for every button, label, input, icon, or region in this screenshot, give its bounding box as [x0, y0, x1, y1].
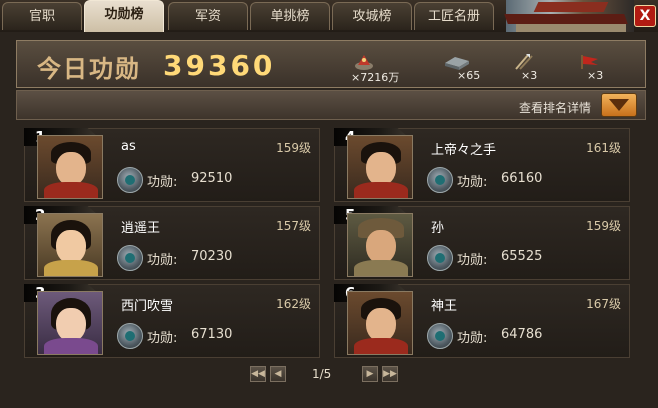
prev-page-button[interactable]: ◀ [270, 366, 286, 382]
ranking-card-5[interactable]: 5 孙 159级 功勋: 65525 [334, 206, 630, 280]
player-level: 159级 [586, 219, 621, 233]
player-level: 161级 [586, 141, 621, 155]
player-level: 157级 [276, 219, 311, 233]
tab-bar: 官职 功勋榜 军资 单挑榜 攻城榜 工匠名册 X [0, 0, 658, 33]
ranking-card-2[interactable]: 2 逍遥王 157级 功勋: 70230 [24, 206, 320, 280]
merit-value: 64786 [501, 327, 543, 342]
ranking-card-3[interactable]: 3 西门吹雪 162级 功勋: 67130 [24, 284, 320, 358]
palace-roof-decoration [504, 0, 634, 32]
silver-count: ×7216万 [351, 71, 400, 84]
ranking-card-1[interactable]: 1 as 159级 功勋: 92510 [24, 128, 320, 202]
merit-value: 70230 [191, 249, 233, 264]
expand-ranking-button[interactable] [601, 93, 637, 117]
ranking-card-6[interactable]: 6 神王 167级 功勋: 64786 [334, 284, 630, 358]
player-level: 162级 [276, 297, 311, 311]
close-button[interactable]: X [634, 5, 656, 27]
merit-value: 66160 [501, 171, 543, 186]
merit-medal-icon [117, 323, 143, 349]
today-merit-header: 今日功勋 39360 ×7216万 ×65 ×3 ×3 [16, 40, 646, 88]
iron-count: ×65 [457, 69, 481, 82]
tab-duel-ranking[interactable]: 单挑榜 [250, 2, 330, 30]
player-name: 西门吹雪 [121, 299, 174, 314]
player-name: 上帝々之手 [431, 143, 497, 158]
first-page-button[interactable]: ◀◀ [250, 366, 266, 382]
merit-label: 功勋: [147, 253, 178, 268]
pagination: ◀◀ ◀ 1/5 ▶ ▶▶ [0, 366, 658, 386]
last-page-button[interactable]: ▶▶ [382, 366, 398, 382]
merit-medal-icon [427, 323, 453, 349]
weapon-count: ×3 [521, 69, 538, 82]
merit-label: 功勋: [147, 331, 178, 346]
prev-page-icon: ◀ [274, 369, 282, 379]
tab-military-supplies[interactable]: 军资 [168, 2, 248, 30]
merit-label: 功勋: [457, 175, 488, 190]
merit-value: 92510 [191, 171, 233, 186]
player-level: 167级 [586, 297, 621, 311]
tab-siege-ranking[interactable]: 攻城榜 [332, 2, 412, 30]
player-portrait [347, 213, 413, 277]
merit-medal-icon [427, 245, 453, 271]
leaderboard-window: 官职 功勋榜 军资 单挑榜 攻城榜 工匠名册 X 今日功勋 39360 ×721… [0, 0, 658, 408]
view-ranking-details-link[interactable]: 查看排名详情 [519, 99, 591, 116]
merit-panel: 今日功勋 39360 ×7216万 ×65 ×3 ×3 查看排名详情 as 15… [0, 32, 658, 408]
merit-label: 功勋: [457, 331, 488, 346]
ranking-card-4[interactable]: 4 上帝々之手 161级 功勋: 66160 [334, 128, 630, 202]
today-merit-label: 今日功勋 [37, 55, 141, 83]
tab-merit-ranking[interactable]: 功勋榜 [84, 0, 164, 32]
tab-official-rank[interactable]: 官职 [2, 2, 82, 30]
merit-label: 功勋: [147, 175, 178, 190]
page-indicator: 1/5 [312, 367, 332, 381]
first-page-icon: ◀◀ [251, 369, 265, 379]
last-page-icon: ▶▶ [383, 369, 397, 379]
merit-value: 67130 [191, 327, 233, 342]
player-portrait [37, 135, 103, 199]
player-portrait [347, 135, 413, 199]
player-name: 孙 [431, 221, 445, 236]
player-name: 逍遥王 [121, 221, 161, 236]
next-page-button[interactable]: ▶ [362, 366, 378, 382]
merit-label: 功勋: [457, 253, 488, 268]
ranking-toolbar: 查看排名详情 [16, 90, 646, 120]
today-merit-value: 39360 [163, 49, 276, 82]
player-portrait [37, 291, 103, 355]
player-portrait [37, 213, 103, 277]
player-portrait [347, 291, 413, 355]
merit-value: 65525 [501, 249, 543, 264]
player-name: 神王 [431, 299, 458, 314]
next-page-icon: ▶ [366, 369, 374, 379]
banner-count: ×3 [587, 69, 604, 82]
merit-medal-icon [117, 245, 143, 271]
merit-medal-icon [117, 167, 143, 193]
merit-medal-icon [427, 167, 453, 193]
tab-craftsman-roster[interactable]: 工匠名册 [414, 2, 494, 30]
player-level: 159级 [276, 141, 311, 155]
player-name: as [121, 139, 136, 154]
